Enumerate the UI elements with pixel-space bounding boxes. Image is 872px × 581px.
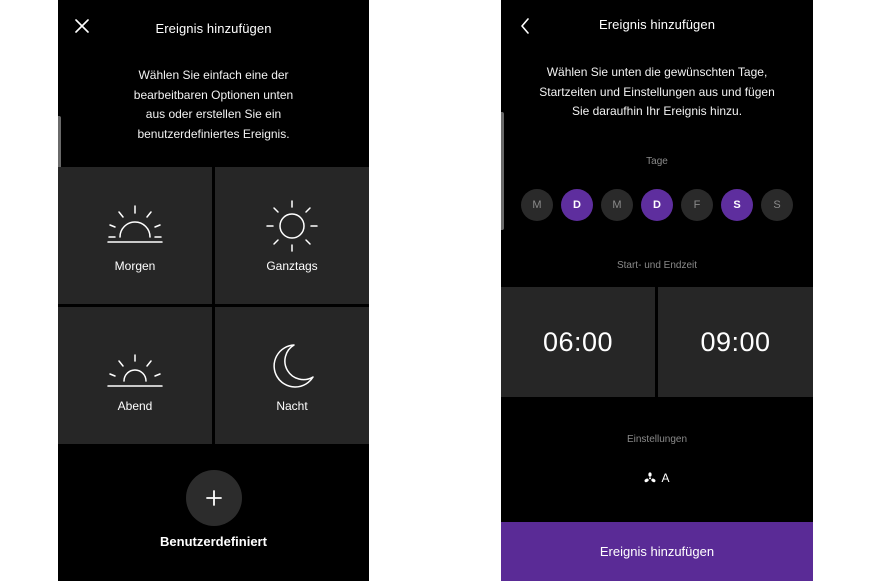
description-line: Sie daraufhin Ihr Ereignis hinzu. <box>571 104 743 118</box>
tile-label: Morgen <box>114 259 156 273</box>
day-tuesday[interactable]: D <box>561 189 593 221</box>
settings-value-text: A <box>661 471 670 485</box>
plus-icon <box>206 490 222 506</box>
day-sunday[interactable]: S <box>761 189 793 221</box>
description-line: aus oder erstellen Sie ein <box>145 107 282 121</box>
tile-ganztags[interactable]: Ganztags <box>215 167 369 304</box>
left-screen: Ereignis hinzufügen Wählen Sie einfach e… <box>58 0 369 581</box>
sun-icon <box>266 200 318 252</box>
fan-icon <box>645 472 656 483</box>
start-time[interactable]: 06:00 <box>501 287 655 397</box>
day-friday[interactable]: F <box>681 189 713 221</box>
description-line: Startzeiten und Einstellungen aus und fü… <box>539 84 775 99</box>
description-line: benutzerdefiniertes Ereignis. <box>137 126 290 141</box>
description-line: bearbeitbaren Optionen unten <box>133 87 294 102</box>
right-screen: Ereignis hinzufügen Wählen Sie unten die… <box>501 0 813 581</box>
page-title: Ereignis hinzufügen <box>598 17 716 32</box>
add-event-button[interactable]: Ereignis hinzufügen <box>501 522 813 581</box>
description-line: Wählen Sie einfach eine der <box>138 68 289 82</box>
day-thursday[interactable]: D <box>641 189 673 221</box>
add-custom-button[interactable] <box>186 470 242 526</box>
days-label: Tage <box>646 156 668 167</box>
tile-nacht[interactable]: Nacht <box>215 307 369 444</box>
sunset-icon <box>107 354 163 387</box>
day-monday[interactable]: M <box>521 189 553 221</box>
end-time[interactable]: 09:00 <box>658 287 813 397</box>
description-line: Wählen Sie unten die gewünschten Tage, <box>546 65 768 79</box>
day-saturday[interactable]: S <box>721 189 753 221</box>
settings-value[interactable]: A <box>501 471 813 485</box>
tile-label: Nacht <box>276 399 308 413</box>
time-label: Start- und Endzeit <box>616 260 698 271</box>
moon-icon <box>273 344 314 388</box>
day-picker: M D M D F S S <box>521 189 793 221</box>
description: Wählen Sie unten die gewünschten Tage, S… <box>501 63 813 122</box>
tile-abend[interactable]: Abend <box>58 307 212 444</box>
tile-morgen[interactable]: Morgen <box>58 167 212 304</box>
page-title: Ereignis hinzufügen <box>155 21 272 36</box>
custom-label[interactable]: Benutzerdefiniert <box>58 534 369 549</box>
tile-label: Abend <box>117 399 153 413</box>
settings-label: Einstellungen <box>626 434 688 445</box>
tile-label: Ganztags <box>266 259 318 273</box>
side-button <box>501 112 504 230</box>
day-wednesday[interactable]: M <box>601 189 633 221</box>
sunrise-icon <box>107 205 163 243</box>
description: Wählen Sie einfach eine der bearbeitbare… <box>58 66 369 144</box>
